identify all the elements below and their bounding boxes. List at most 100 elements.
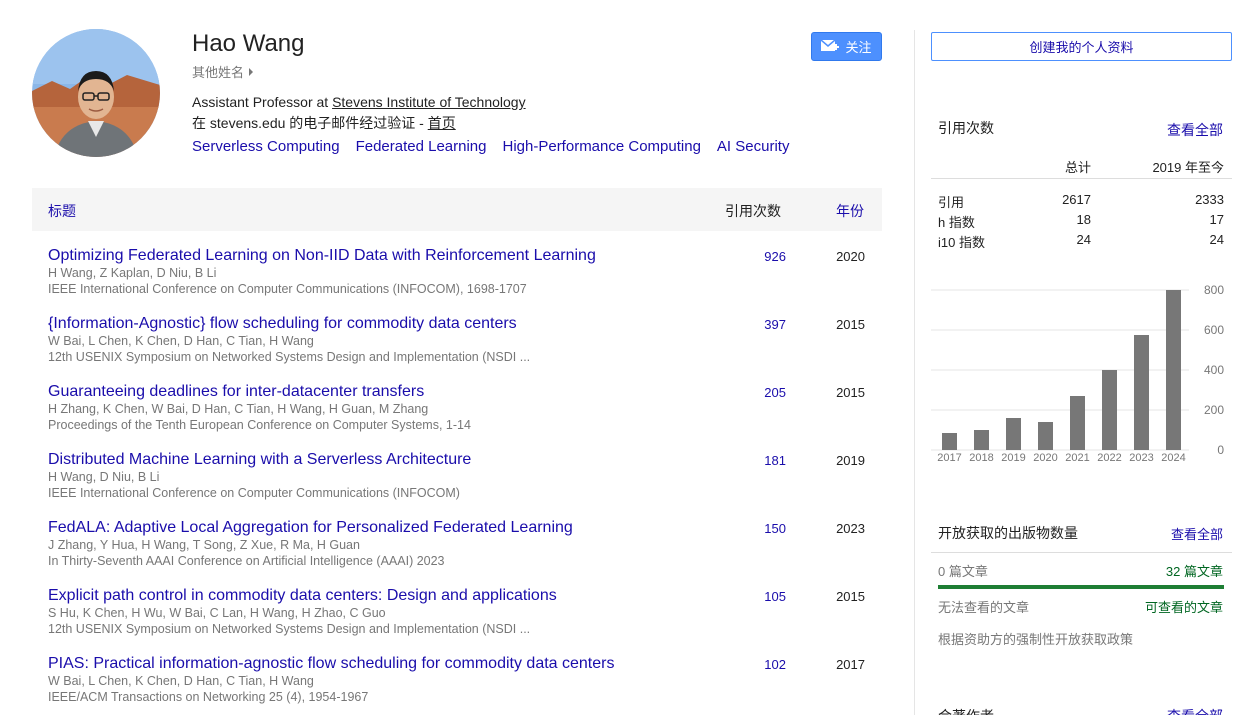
cited-by-link[interactable]: 105 [764, 589, 786, 604]
avatar [32, 29, 160, 157]
oa-unavailable-count: 0 篇文章 [938, 564, 988, 579]
y-tick-label: 400 [1204, 363, 1224, 377]
citation-bar[interactable] [1038, 422, 1053, 450]
cited-by-link[interactable]: 926 [764, 249, 786, 264]
citations-view-all-link[interactable]: 查看全部 [1167, 120, 1223, 140]
citation-bar[interactable] [1070, 396, 1085, 450]
mail-plus-icon [821, 40, 840, 51]
publication-venue: In Thirty-Seventh AAAI Conference on Art… [48, 554, 445, 568]
interest-link[interactable]: Federated Learning [356, 138, 487, 155]
oa-policy-note: 根据资助方的强制性开放获取政策 [938, 632, 1134, 647]
table-row: Distributed Machine Learning with a Serv… [32, 449, 882, 517]
publication-title-link[interactable]: FedALA: Adaptive Local Aggregation for P… [48, 519, 573, 537]
metric-since: 17 [1209, 212, 1224, 227]
cited-by-link[interactable]: 205 [764, 385, 786, 400]
publication-venue: IEEE/ACM Transactions on Networking 25 (… [48, 690, 369, 704]
email-verification: 在 stevens.edu 的电子邮件经过验证 - 首页 [192, 113, 456, 133]
follow-button[interactable]: 关注 [811, 32, 882, 61]
create-profile-button[interactable]: 创建我的个人资料 [931, 32, 1232, 61]
coauthors-title: 合著作者 [938, 706, 994, 715]
profile-name: Hao Wang [192, 30, 305, 57]
x-tick-label: 2023 [1129, 452, 1153, 464]
oa-unavailable-label: 无法查看的文章 [938, 600, 1030, 615]
y-tick-label: 600 [1204, 323, 1224, 337]
citation-bar[interactable] [1166, 290, 1181, 450]
publication-venue: IEEE International Conference on Compute… [48, 486, 460, 500]
citations-table-header: 总计 2019 年至今 [931, 148, 1232, 179]
cited-by-link[interactable]: 181 [764, 453, 786, 468]
citation-bar[interactable] [1134, 335, 1149, 450]
col-total: 总计 [1064, 160, 1091, 175]
x-tick-label: 2020 [1033, 452, 1057, 464]
x-tick-label: 2024 [1161, 452, 1185, 464]
coauthors-view-all-link[interactable]: 查看全部 [1167, 706, 1223, 715]
publication-authors: J Zhang, Y Hua, H Wang, T Song, Z Xue, R… [48, 538, 360, 552]
y-tick-label: 200 [1204, 403, 1224, 417]
metric-row-i10-index: i10 指数 24 24 [931, 229, 1232, 250]
publication-venue: 12th USENIX Symposium on Networked Syste… [48, 350, 531, 364]
interest-link[interactable]: Serverless Computing [192, 138, 340, 155]
metric-since: 24 [1209, 232, 1224, 247]
metric-total: 18 [1076, 212, 1091, 227]
publication-venue: IEEE International Conference on Compute… [48, 282, 527, 296]
metric-since: 2333 [1195, 192, 1224, 207]
publication-authors: W Bai, L Chen, K Chen, D Han, C Tian, H … [48, 674, 314, 688]
homepage-link[interactable]: 首页 [428, 115, 456, 131]
other-names-label: 其他姓名 [192, 65, 245, 80]
open-access-view-all-link[interactable]: 查看全部 [1171, 524, 1223, 543]
publication-year: 2023 [836, 521, 865, 536]
cited-by-link[interactable]: 150 [764, 521, 786, 536]
sort-by-year[interactable]: 年份 [836, 201, 864, 221]
publication-title-link[interactable]: {Information-Agnostic} flow scheduling f… [48, 315, 517, 333]
interest-link[interactable]: High-Performance Computing [503, 138, 701, 155]
publication-title-link[interactable]: PIAS: Practical information-agnostic flo… [48, 655, 614, 673]
oa-available-count: 32 篇文章 [1165, 564, 1223, 579]
caret-right-icon [249, 68, 254, 76]
open-access-title: 开放获取的出版物数量 [938, 525, 1078, 541]
sort-by-title[interactable]: 标题 [48, 201, 76, 221]
affiliation-link[interactable]: Stevens Institute of Technology [332, 94, 526, 110]
x-tick-label: 2022 [1097, 452, 1121, 464]
divider [931, 552, 1232, 553]
citation-bar[interactable] [1102, 370, 1117, 450]
metric-label: i10 指数 [938, 235, 985, 250]
publication-authors: H Zhang, K Chen, W Bai, D Han, C Tian, H… [48, 402, 429, 416]
x-tick-label: 2019 [1001, 452, 1025, 464]
other-names-toggle[interactable]: 其他姓名 [192, 62, 254, 81]
metric-total: 24 [1076, 232, 1091, 247]
table-header: 标题 引用次数 年份 [32, 188, 882, 231]
metric-row-citations: 引用 2617 2333 [931, 189, 1232, 210]
table-row: FedALA: Adaptive Local Aggregation for P… [32, 517, 882, 585]
header-cited-by[interactable]: 引用次数 [725, 201, 781, 221]
x-tick-label: 2017 [937, 452, 961, 464]
publication-title-link[interactable]: Explicit path control in commodity data … [48, 587, 557, 605]
interest-link[interactable]: AI Security [717, 138, 790, 155]
follow-label: 关注 [845, 40, 872, 55]
publication-title-link[interactable]: Guaranteeing deadlines for inter-datacen… [48, 383, 424, 401]
y-tick-label: 0 [1217, 443, 1224, 457]
cited-by-link[interactable]: 102 [764, 657, 786, 672]
publication-year: 2019 [836, 453, 865, 468]
oa-progress-bar [938, 585, 1224, 589]
publication-title-link[interactable]: Optimizing Federated Learning on Non-IID… [48, 247, 596, 265]
publication-year: 2015 [836, 589, 865, 604]
publication-authors: S Hu, K Chen, H Wu, W Bai, C Lan, H Wang… [48, 606, 386, 620]
publication-authors: H Wang, Z Kaplan, D Niu, B Li [48, 266, 217, 280]
publication-year: 2020 [836, 249, 865, 264]
table-row: Optimizing Federated Learning on Non-IID… [32, 245, 882, 313]
oa-available-label: 可查看的文章 [1144, 600, 1223, 615]
metric-row-h-index: h 指数 18 17 [931, 209, 1232, 230]
table-row: Explicit path control in commodity data … [32, 585, 882, 653]
cited-by-link[interactable]: 397 [764, 317, 786, 332]
affiliation: Assistant Professor at Stevens Institute… [192, 94, 526, 110]
metric-total: 2617 [1062, 192, 1091, 207]
citation-bar[interactable] [974, 430, 989, 450]
citation-bar[interactable] [942, 433, 957, 450]
publication-venue: Proceedings of the Tenth European Confer… [48, 418, 471, 432]
citation-bar[interactable] [1006, 418, 1021, 450]
publication-authors: W Bai, L Chen, K Chen, D Han, C Tian, H … [48, 334, 314, 348]
sidebar-divider [914, 30, 915, 715]
affiliation-prefix: Assistant Professor at [192, 94, 333, 110]
publication-title-link[interactable]: Distributed Machine Learning with a Serv… [48, 451, 471, 469]
publication-year: 2015 [836, 317, 865, 332]
